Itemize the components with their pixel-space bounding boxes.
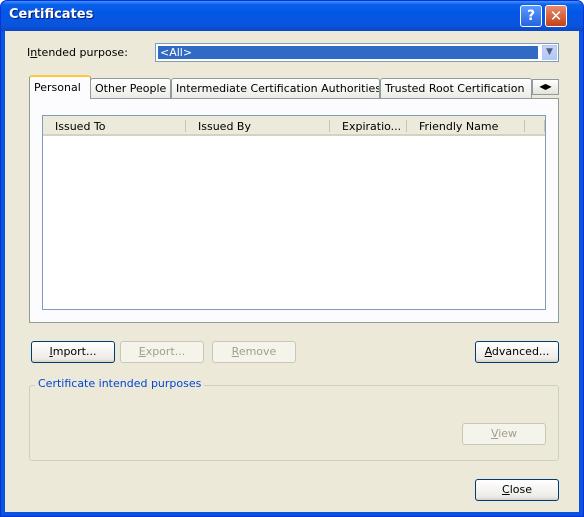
help-button[interactable]: ? — [520, 5, 542, 27]
tab-scroll-arrows[interactable]: ◀▶ — [532, 79, 559, 95]
column-header-filler — [525, 116, 545, 136]
tab-trusted-root[interactable]: Trusted Root Certification — [380, 78, 532, 98]
help-icon: ? — [526, 8, 536, 24]
certificate-list[interactable]: Issued To Issued By Expiratio... Friendl… — [42, 115, 546, 310]
tab-other-people[interactable]: Other People — [90, 78, 171, 98]
window-title: Certificates — [9, 7, 94, 22]
tab-intermediate-ca[interactable]: Intermediate Certification Authorities — [171, 78, 380, 98]
chevron-right-icon[interactable]: ▶ — [546, 82, 552, 91]
advanced-button[interactable]: Advanced... — [475, 341, 559, 363]
intended-purpose-label: Intended purpose: — [27, 46, 128, 59]
tab-panel-personal: Issued To Issued By Expiratio... Friendl… — [29, 98, 559, 323]
intended-purpose-value: <All> — [160, 46, 193, 59]
close-icon: ✕ — [549, 7, 563, 25]
title-bar[interactable]: Certificates ? ✕ — [1, 1, 583, 31]
intended-purposes-title: Certificate intended purposes — [35, 377, 205, 390]
intended-purpose-select[interactable]: <All> ▼ — [155, 43, 559, 62]
certificates-dialog: Certificates ? ✕ Intended purpose: <All>… — [0, 0, 584, 517]
export-button[interactable]: Export... — [120, 341, 204, 363]
tab-personal[interactable]: Personal — [29, 75, 91, 99]
column-expiration[interactable]: Expiratio... — [330, 116, 407, 136]
view-button[interactable]: View — [462, 423, 546, 445]
column-friendly-name[interactable]: Friendly Name — [407, 116, 525, 136]
import-button[interactable]: Import... — [31, 341, 115, 363]
close-window-button[interactable]: ✕ — [545, 5, 567, 27]
dialog-client-area: Intended purpose: <All> ▼ Personal Other… — [5, 31, 579, 512]
close-button[interactable]: Close — [475, 479, 559, 501]
remove-button[interactable]: Remove — [212, 341, 296, 363]
chevron-down-icon[interactable]: ▼ — [542, 45, 557, 60]
column-issued-by[interactable]: Issued By — [186, 116, 330, 136]
column-issued-to[interactable]: Issued To — [43, 116, 186, 136]
